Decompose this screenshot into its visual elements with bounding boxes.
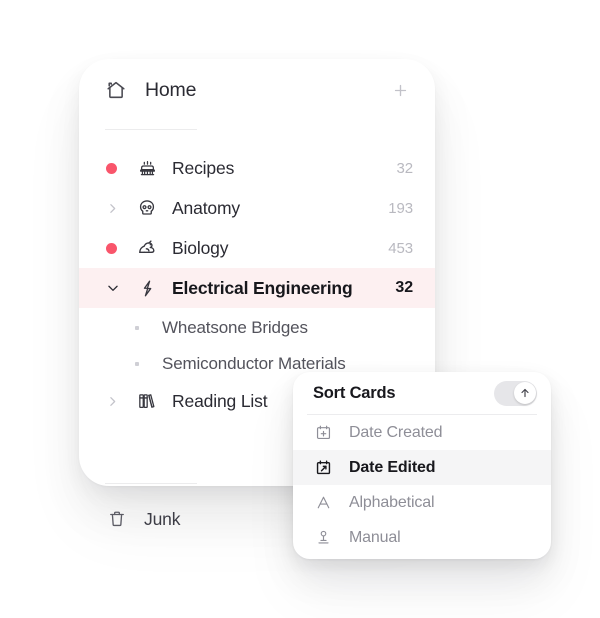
sort-option-date-created[interactable]: Date Created — [293, 415, 551, 450]
sidebar-item-count: 193 — [388, 199, 413, 217]
bullet-icon — [135, 362, 139, 366]
home-icon — [105, 79, 127, 101]
item-marker-chevron[interactable] — [105, 281, 127, 295]
sidebar-item-anatomy[interactable]: Anatomy 193 — [79, 188, 435, 228]
sort-option-label: Date Created — [349, 423, 443, 441]
unread-dot-icon — [106, 162, 117, 174]
skull-icon — [135, 198, 159, 218]
calendar-plus-icon — [313, 424, 333, 441]
sidebar-item-label: Biology — [172, 237, 229, 258]
calendar-edit-icon — [313, 459, 333, 476]
sidebar-item-count: 32 — [395, 279, 413, 296]
cake-icon — [135, 159, 159, 178]
sidebar-item-count: 453 — [388, 239, 413, 257]
home-label: Home — [145, 78, 197, 101]
letter-a-icon — [313, 494, 333, 511]
chevron-down-icon — [106, 281, 120, 295]
frog-icon — [135, 238, 159, 259]
app-canvas: Home Recipes 32 Anatomy 193 Biology 453 … — [0, 0, 600, 618]
sidebar-item-recipes[interactable]: Recipes 32 — [79, 148, 435, 188]
chevron-right-icon — [106, 395, 119, 408]
sidebar-item-electrical-engineering[interactable]: Electrical Engineering 32 — [79, 268, 435, 308]
manual-hand-icon — [313, 529, 333, 546]
item-marker-dot — [105, 242, 127, 254]
sort-option-label: Date Edited — [349, 458, 436, 476]
toggle-knob — [513, 382, 536, 404]
sidebar-item-label: Electrical Engineering — [172, 277, 353, 298]
sort-option-date-edited[interactable]: Date Edited — [293, 450, 551, 485]
books-icon — [135, 391, 159, 411]
sort-option-alphabetical[interactable]: Alphabetical — [293, 485, 551, 520]
sort-cards-panel: Sort Cards Date Created Date Edited Alph… — [293, 372, 551, 559]
sidebar-item-label: Reading List — [172, 390, 268, 411]
arrow-up-icon — [519, 387, 531, 399]
sidebar-divider-top — [105, 129, 197, 130]
sidebar-subitem-label: Semiconductor Materials — [162, 354, 346, 373]
sidebar-item-label: Recipes — [172, 157, 235, 178]
lightning-icon — [135, 279, 159, 298]
sidebar-subitem-wheatsone-bridges[interactable]: Wheatsone Bridges — [79, 309, 435, 347]
sidebar-header-home[interactable]: Home — [79, 59, 435, 121]
item-marker-chevron[interactable] — [105, 395, 127, 408]
sidebar-subitem-label: Wheatsone Bridges — [162, 318, 308, 337]
sidebar-item-label: Anatomy — [172, 197, 241, 218]
plus-icon[interactable] — [387, 77, 413, 103]
bullet-icon — [135, 326, 139, 330]
junk-label: Junk — [144, 508, 181, 529]
sort-panel-header: Sort Cards — [293, 372, 551, 414]
sort-direction-toggle[interactable] — [494, 380, 537, 406]
sidebar-item-biology[interactable]: Biology 453 — [79, 228, 435, 268]
item-marker-dot — [105, 162, 127, 174]
item-marker-chevron[interactable] — [105, 202, 127, 215]
sort-option-manual[interactable]: Manual — [293, 520, 551, 555]
trash-icon — [105, 509, 129, 529]
sort-option-label: Manual — [349, 528, 401, 546]
sidebar-divider-bottom — [105, 483, 197, 484]
chevron-right-icon — [106, 202, 119, 215]
sort-option-label: Alphabetical — [349, 493, 435, 511]
unread-dot-icon — [106, 242, 117, 254]
sort-panel-title: Sort Cards — [313, 383, 396, 402]
sidebar-item-count: 32 — [396, 159, 414, 177]
